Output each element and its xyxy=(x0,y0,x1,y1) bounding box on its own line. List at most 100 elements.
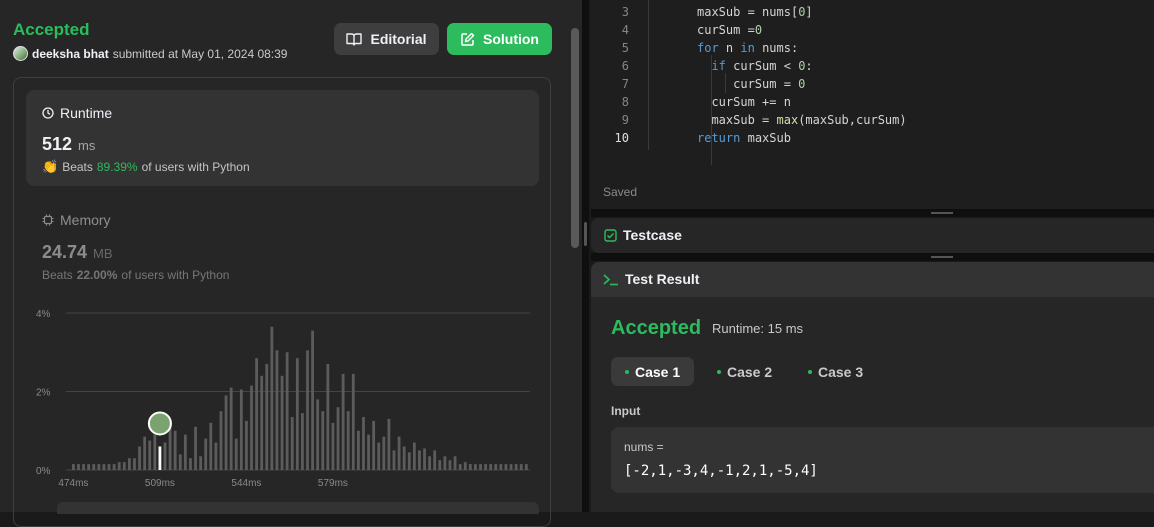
bar[interactable] xyxy=(387,418,391,470)
bar[interactable] xyxy=(519,464,523,470)
bar[interactable] xyxy=(143,436,147,470)
bar[interactable] xyxy=(458,464,462,470)
bar[interactable] xyxy=(479,464,482,470)
bar[interactable] xyxy=(97,464,101,470)
bar[interactable] xyxy=(438,460,442,470)
chart-range-slider[interactable] xyxy=(57,502,539,514)
bar[interactable] xyxy=(265,364,269,470)
bar[interactable] xyxy=(341,373,345,470)
bar[interactable] xyxy=(234,438,238,470)
bar[interactable] xyxy=(250,385,253,470)
bar[interactable] xyxy=(494,464,498,470)
case-tab-2[interactable]: Case 2 xyxy=(703,357,786,386)
bar[interactable] xyxy=(407,452,411,470)
bar[interactable] xyxy=(468,464,472,470)
bar[interactable] xyxy=(331,422,335,470)
bar[interactable] xyxy=(499,464,503,470)
runtime-card[interactable]: Runtime 512 ms 👏 Beats 89.39% of users w… xyxy=(26,90,539,186)
bar[interactable] xyxy=(509,464,513,470)
bar[interactable] xyxy=(382,436,386,470)
bar[interactable] xyxy=(122,462,126,470)
bar[interactable] xyxy=(301,413,304,470)
bar[interactable] xyxy=(367,434,370,470)
bar[interactable] xyxy=(428,456,432,470)
bar[interactable] xyxy=(311,330,314,470)
avatar[interactable] xyxy=(13,46,28,61)
bar[interactable] xyxy=(346,411,350,470)
code-line[interactable]: 7 curSum = 0 xyxy=(591,75,1154,93)
bar[interactable] xyxy=(372,420,376,470)
panel-divider[interactable] xyxy=(582,0,589,512)
user-avatar-marker[interactable] xyxy=(147,411,172,436)
bar[interactable] xyxy=(255,358,258,470)
bar[interactable] xyxy=(219,411,223,470)
bar[interactable] xyxy=(163,442,167,470)
bar[interactable] xyxy=(351,373,355,470)
solution-button[interactable]: Solution xyxy=(447,23,552,55)
code-line[interactable]: 4 curSum =0 xyxy=(591,21,1154,39)
tab-test-result[interactable]: Test Result xyxy=(603,271,699,287)
tab-testcase[interactable]: Testcase xyxy=(604,227,682,243)
bar[interactable] xyxy=(295,358,299,470)
bar[interactable] xyxy=(204,438,208,470)
bar[interactable] xyxy=(402,446,406,470)
bar[interactable] xyxy=(138,446,141,470)
scrollbar-thumb[interactable] xyxy=(571,28,579,248)
splitter-handle[interactable] xyxy=(931,256,953,258)
code-line[interactable]: 3 maxSub = nums[0] xyxy=(591,3,1154,21)
bar[interactable] xyxy=(306,350,309,470)
bar[interactable] xyxy=(194,426,197,470)
bar[interactable] xyxy=(153,434,157,470)
bar[interactable] xyxy=(82,464,85,470)
bar[interactable] xyxy=(102,464,106,470)
bar[interactable] xyxy=(514,464,518,470)
result-splitter[interactable] xyxy=(591,253,1154,261)
code-line[interactable]: 9 maxSub = max(maxSub,curSum) xyxy=(591,111,1154,129)
input-var-value[interactable]: [-2,1,-3,4,-1,2,1,-5,4] xyxy=(624,463,818,479)
bar[interactable] xyxy=(148,440,152,470)
bar[interactable] xyxy=(392,450,396,470)
bar[interactable] xyxy=(423,448,426,470)
bar[interactable] xyxy=(133,458,136,470)
bar[interactable] xyxy=(199,456,203,470)
bar[interactable] xyxy=(463,462,467,470)
bar[interactable] xyxy=(275,350,279,470)
bar[interactable] xyxy=(224,395,228,470)
bar[interactable] xyxy=(504,464,508,470)
splitter-handle[interactable] xyxy=(931,212,953,214)
bar[interactable] xyxy=(321,411,325,470)
bar[interactable] xyxy=(260,375,264,470)
bar[interactable] xyxy=(290,417,294,470)
bar[interactable] xyxy=(326,364,330,470)
bar[interactable] xyxy=(336,407,340,470)
bar[interactable] xyxy=(209,422,213,470)
memory-card[interactable]: Memory 24.74 MB Beats 22.00% of users wi… xyxy=(26,200,539,290)
bar[interactable] xyxy=(524,464,528,470)
code-line[interactable]: 8 curSum += n xyxy=(591,93,1154,111)
bar[interactable] xyxy=(412,442,416,470)
bar[interactable] xyxy=(127,458,131,470)
bar[interactable] xyxy=(316,399,320,470)
bar[interactable] xyxy=(280,375,284,470)
bar[interactable] xyxy=(489,464,493,470)
bar[interactable] xyxy=(484,464,487,470)
case-tab-1[interactable]: Case 1 xyxy=(611,357,695,386)
bar[interactable] xyxy=(72,464,75,470)
editor-splitter[interactable] xyxy=(591,209,1154,217)
runtime-distribution-chart[interactable]: 4% 2% 0% 474ms 509ms 544ms 579ms xyxy=(30,300,540,500)
bar[interactable] xyxy=(189,458,192,470)
bar[interactable] xyxy=(107,464,111,470)
bar[interactable] xyxy=(448,460,452,470)
divider-handle[interactable] xyxy=(584,222,587,246)
bar[interactable] xyxy=(474,464,477,470)
bar[interactable] xyxy=(112,464,116,470)
code-editor[interactable]: 3 maxSub = nums[0] 4 curSum =0 5 for n in num… xyxy=(591,0,1154,209)
bar[interactable] xyxy=(239,389,243,470)
bar[interactable] xyxy=(270,326,274,470)
bar[interactable] xyxy=(418,450,421,470)
bar[interactable] xyxy=(362,417,365,470)
bar[interactable] xyxy=(377,442,381,470)
bar[interactable] xyxy=(453,456,457,470)
bar[interactable] xyxy=(397,436,401,470)
code-line[interactable]: 10 return maxSub xyxy=(591,129,1154,147)
